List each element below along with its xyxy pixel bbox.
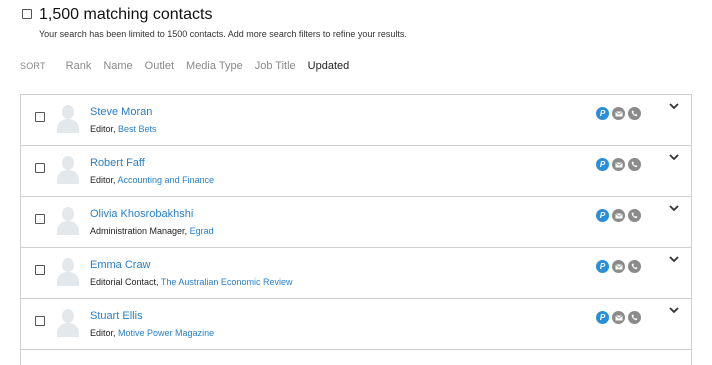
sort-option-media-type[interactable]: Media Type bbox=[186, 60, 243, 72]
contact-role-line: Editor, Best Bets bbox=[90, 124, 157, 134]
contact-list: Steve Moran Editor, Best Bets P Robert F… bbox=[20, 94, 692, 365]
sort-option-job-title[interactable]: Job Title bbox=[255, 60, 296, 72]
contact-name[interactable]: Emma Craw bbox=[90, 259, 151, 272]
phone-icon[interactable] bbox=[628, 311, 641, 324]
contact-actions: P bbox=[596, 311, 641, 324]
sort-option-outlet[interactable]: Outlet bbox=[145, 60, 174, 72]
contact-name[interactable]: Olivia Khosrobakhshi bbox=[90, 208, 193, 221]
contact-name[interactable]: Robert Faff bbox=[90, 157, 145, 170]
preferred-icon[interactable]: P bbox=[596, 311, 609, 324]
chevron-down-icon[interactable] bbox=[668, 100, 680, 112]
contact-actions: P bbox=[596, 107, 641, 120]
avatar bbox=[56, 309, 80, 337]
chevron-down-icon[interactable] bbox=[668, 304, 680, 316]
preferred-icon[interactable]: P bbox=[596, 107, 609, 120]
contact-role: Editor bbox=[90, 328, 114, 338]
contact-checkbox[interactable] bbox=[35, 265, 45, 275]
preferred-icon[interactable]: P bbox=[596, 260, 609, 273]
contact-name[interactable]: Stuart Ellis bbox=[90, 310, 143, 323]
sort-option-name[interactable]: Name bbox=[103, 60, 132, 72]
avatar bbox=[56, 258, 80, 286]
contact-outlet-link[interactable]: Best Bets bbox=[118, 124, 157, 134]
contact-role-line: Editor, Accounting and Finance bbox=[90, 175, 215, 185]
preferred-icon[interactable]: P bbox=[596, 209, 609, 222]
chevron-down-icon[interactable] bbox=[668, 253, 680, 265]
email-icon[interactable] bbox=[612, 311, 625, 324]
contact-role-line: Editorial Contact, The Australian Econom… bbox=[90, 277, 293, 287]
avatar bbox=[56, 105, 80, 133]
contact-name[interactable]: Steve Moran bbox=[90, 106, 152, 119]
contact-row: Stuart Ellis Editor, Motive Power Magazi… bbox=[21, 299, 691, 350]
contact-row: Steve Moran Editor, Best Bets P bbox=[21, 95, 691, 146]
contact-outlet-link[interactable]: The Australian Economic Review bbox=[161, 277, 293, 287]
sort-label: SORT bbox=[20, 61, 46, 71]
phone-icon[interactable] bbox=[628, 107, 641, 120]
contact-checkbox[interactable] bbox=[35, 163, 45, 173]
contact-actions: P bbox=[596, 260, 641, 273]
avatar bbox=[56, 156, 80, 184]
contact-outlet-link[interactable]: Accounting and Finance bbox=[118, 175, 215, 185]
contact-actions: P bbox=[596, 209, 641, 222]
results-limit-note: Your search has been limited to 1500 con… bbox=[39, 29, 407, 39]
select-all-checkbox[interactable] bbox=[22, 9, 32, 19]
contact-role: Editor bbox=[90, 124, 114, 134]
contact-outlet-link[interactable]: Motive Power Magazine bbox=[118, 328, 214, 338]
avatar bbox=[56, 207, 80, 235]
chevron-down-icon[interactable] bbox=[668, 202, 680, 214]
contact-role-line: Editor, Motive Power Magazine bbox=[90, 328, 215, 338]
phone-icon[interactable] bbox=[628, 209, 641, 222]
contact-role: Editorial Contact bbox=[90, 277, 157, 287]
sort-bar: SORT Rank Name Outlet Media Type Job Tit… bbox=[20, 58, 361, 74]
phone-icon[interactable] bbox=[628, 260, 641, 273]
sort-option-rank[interactable]: Rank bbox=[66, 60, 92, 72]
email-icon[interactable] bbox=[612, 158, 625, 171]
email-icon[interactable] bbox=[612, 209, 625, 222]
contact-row: Robert Faff Editor, Accounting and Finan… bbox=[21, 146, 691, 197]
contact-row: Emma Craw Editorial Contact, The Austral… bbox=[21, 248, 691, 299]
contact-role: Editor bbox=[90, 175, 114, 185]
page-title: 1,500 matching contacts bbox=[39, 6, 213, 23]
contact-row: Olivia Khosrobakhshi Administration Mana… bbox=[21, 197, 691, 248]
contact-checkbox[interactable] bbox=[35, 316, 45, 326]
contact-checkbox[interactable] bbox=[35, 112, 45, 122]
sort-option-updated[interactable]: Updated bbox=[308, 60, 350, 72]
contact-outlet-link[interactable]: Egrad bbox=[190, 226, 214, 236]
contact-role-line: Administration Manager, Egrad bbox=[90, 226, 214, 236]
email-icon[interactable] bbox=[612, 107, 625, 120]
email-icon[interactable] bbox=[612, 260, 625, 273]
contact-actions: P bbox=[596, 158, 641, 171]
contact-role: Administration Manager bbox=[90, 226, 185, 236]
chevron-down-icon[interactable] bbox=[668, 151, 680, 163]
phone-icon[interactable] bbox=[628, 158, 641, 171]
preferred-icon[interactable]: P bbox=[596, 158, 609, 171]
contact-checkbox[interactable] bbox=[35, 214, 45, 224]
